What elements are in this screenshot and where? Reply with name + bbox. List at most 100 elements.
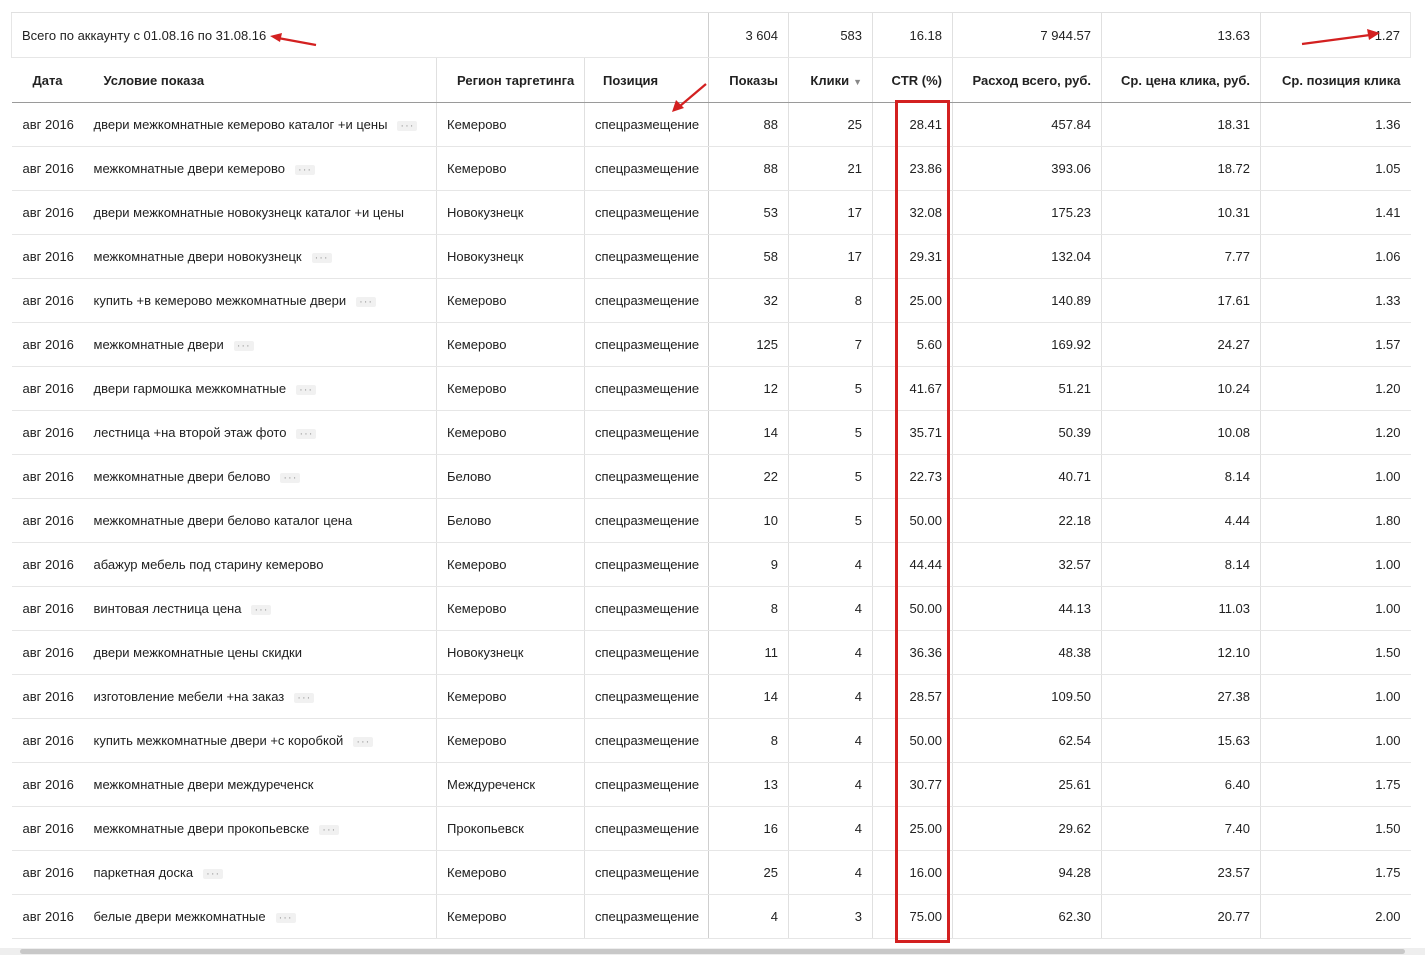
cell-date: авг 2016 [11,366,84,411]
cell-avg-position: 1.00 [1260,542,1411,587]
more-options-icon[interactable]: ··· [353,736,374,747]
table-row: авг 2016 межкомнатные двери новокузнецк ··… [11,234,1411,279]
condition-text[interactable]: изготовление мебели +на заказ [94,689,285,704]
more-options-icon[interactable]: ··· [233,340,254,351]
column-header-region[interactable]: Регион таргетинга [436,57,585,103]
condition-text[interactable]: абажур мебель под старину кемерово [94,557,324,572]
table-row: авг 2016 лестница +на второй этаж фото ···… [11,410,1411,455]
cell-condition: межкомнатные двери междуреченск [83,762,437,807]
cell-region: Кемерово [436,410,585,455]
column-header-avg-position[interactable]: Ср. позиция клика [1260,57,1411,103]
cell-date: авг 2016 [11,234,84,279]
cell-avg-position: 1.75 [1260,762,1411,807]
cell-condition: абажур мебель под старину кемерово [83,542,437,587]
more-options-icon[interactable]: ··· [296,428,317,439]
cell-spend: 62.30 [952,894,1102,939]
cell-condition: межкомнатные двери белово каталог цена [83,498,437,543]
cell-clicks: 5 [788,498,873,543]
more-options-icon[interactable]: ··· [280,472,301,483]
cell-clicks: 4 [788,586,873,631]
cell-position: спецразмещение [583,322,709,367]
more-options-icon[interactable]: ··· [397,120,418,131]
cell-condition: паркетная доска ··· [83,850,437,895]
cell-position: спецразмещение [583,806,709,851]
condition-text[interactable]: купить межкомнатные двери +с коробкой [94,733,344,748]
cell-date: авг 2016 [11,630,84,675]
cell-impressions: 125 [708,322,789,367]
cell-impressions: 12 [708,366,789,411]
cell-ctr: 25.00 [872,806,953,851]
account-total-row: Всего по аккаунту с 01.08.16 по 31.08.16… [10,12,1412,58]
column-header-clicks[interactable]: Клики ▼ [788,57,873,103]
condition-text[interactable]: лестница +на второй этаж фото [94,425,287,440]
condition-text[interactable]: межкомнатные двери междуреченск [94,777,314,792]
cell-clicks: 5 [788,454,873,499]
cell-condition: двери межкомнатные цены скидки [83,630,437,675]
column-header-avg-cpc[interactable]: Ср. цена клика, руб. [1101,57,1261,103]
table-row: авг 2016 винтовая лестница цена ··· Кемеров… [11,586,1411,631]
condition-text[interactable]: межкомнатные двери кемерово [94,161,286,176]
cell-clicks: 5 [788,410,873,455]
cell-avg-position: 1.57 [1260,322,1411,367]
cell-clicks: 4 [788,850,873,895]
scrollbar-thumb[interactable] [20,949,1405,954]
column-header-position[interactable]: Позиция [583,57,709,103]
condition-text[interactable]: паркетная доска [94,865,194,880]
more-options-icon[interactable]: ··· [251,604,272,615]
cell-impressions: 8 [708,718,789,763]
column-header-spend[interactable]: Расход всего, руб. [952,57,1102,103]
condition-text[interactable]: межкомнатные двери прокопьевске [94,821,310,836]
more-options-icon[interactable]: ··· [319,824,340,835]
more-options-icon[interactable]: ··· [294,692,315,703]
cell-date: авг 2016 [11,850,84,895]
cell-spend: 457.84 [952,102,1102,147]
total-impressions: 3 604 [708,12,789,58]
condition-text[interactable]: двери гармошка межкомнатные [94,381,287,396]
more-options-icon[interactable]: ··· [296,384,317,395]
cell-position: спецразмещение [583,850,709,895]
column-header-ctr[interactable]: CTR (%) [872,57,953,103]
condition-text[interactable]: межкомнатные двери белово каталог цена [94,513,353,528]
more-options-icon[interactable]: ··· [203,868,224,879]
account-total-label: Всего по аккаунту с 01.08.16 по 31.08.16 [10,12,709,58]
table-row: авг 2016 межкомнатные двери междуреченск М… [11,762,1411,807]
cell-region: Кемерово [436,586,585,631]
condition-text[interactable]: двери межкомнатные цены скидки [94,645,303,660]
cell-avg-position: 1.00 [1260,718,1411,763]
horizontal-scrollbar[interactable] [0,948,1425,955]
cell-clicks: 4 [788,542,873,587]
cell-ctr: 22.73 [872,454,953,499]
more-options-icon[interactable]: ··· [295,164,316,175]
condition-text[interactable]: межкомнатные двери [94,337,224,352]
cell-condition: двери межкомнатные кемерово каталог +и ц… [83,102,437,147]
more-options-icon[interactable]: ··· [356,296,377,307]
cell-date: авг 2016 [11,718,84,763]
condition-text[interactable]: винтовая лестница цена [94,601,242,616]
condition-text[interactable]: двери межкомнатные кемерово каталог +и ц… [94,117,388,132]
more-options-icon[interactable]: ··· [275,912,296,923]
cell-impressions: 10 [708,498,789,543]
table-row: авг 2016 двери межкомнатные кемерово ката… [11,102,1411,147]
condition-text[interactable]: купить +в кемерово межкомнатные двери [94,293,347,308]
cell-avg-cpc: 18.31 [1101,102,1261,147]
cell-impressions: 14 [708,410,789,455]
table-row: авг 2016 межкомнатные двери ··· Кемерово спе… [11,322,1411,367]
cell-impressions: 25 [708,850,789,895]
cell-impressions: 13 [708,762,789,807]
condition-text[interactable]: межкомнатные двери белово [94,469,271,484]
cell-spend: 44.13 [952,586,1102,631]
condition-text[interactable]: белые двери межкомнатные [94,909,266,924]
cell-condition: купить межкомнатные двери +с коробкой ··· [83,718,437,763]
cell-position: спецразмещение [583,278,709,323]
more-options-icon[interactable]: ··· [311,252,332,263]
column-header-condition[interactable]: Условие показа [83,57,437,103]
cell-condition: межкомнатные двери ··· [83,322,437,367]
cell-condition: винтовая лестница цена ··· [83,586,437,631]
cell-spend: 169.92 [952,322,1102,367]
column-header-date[interactable]: Дата [11,57,84,103]
cell-date: авг 2016 [11,894,84,939]
cell-avg-position: 1.75 [1260,850,1411,895]
condition-text[interactable]: двери межкомнатные новокузнецк каталог +… [94,205,404,220]
column-header-impressions[interactable]: Показы [708,57,789,103]
condition-text[interactable]: межкомнатные двери новокузнецк [94,249,302,264]
